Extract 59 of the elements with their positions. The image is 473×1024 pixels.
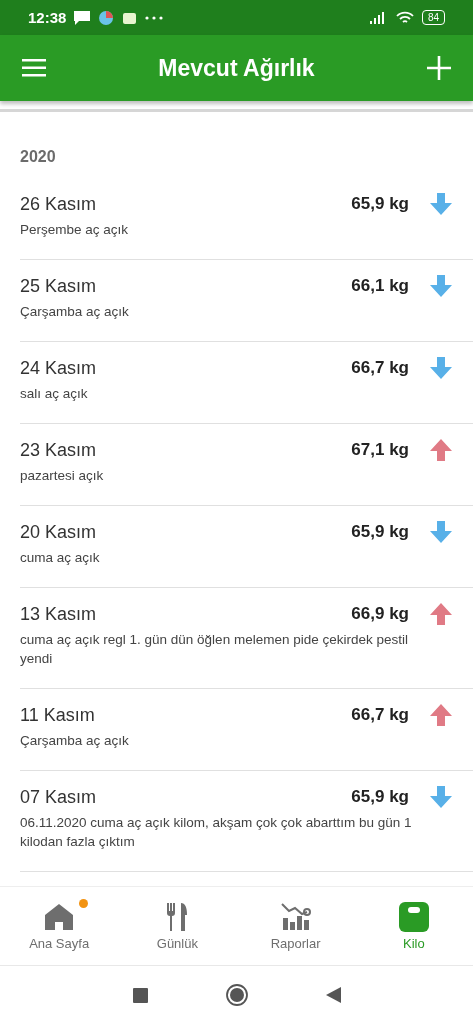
down-arrow-icon xyxy=(429,785,453,809)
entry-note: 06.11.2020 cuma aç açık kilom, akşam çok çok abarttım bu gün 1 kilodan fazla çıktım xyxy=(20,814,413,851)
up-arrow-icon xyxy=(429,438,453,462)
entry-weight: 66,7 kg xyxy=(351,358,409,378)
entry-date: 13 Kasım xyxy=(20,603,98,625)
entry-date: 23 Kasım xyxy=(20,439,98,461)
entry-date: 24 Kasım xyxy=(20,357,98,379)
entry-note: Çarşamba aç açık xyxy=(20,303,130,321)
nav-tab[interactable]: Günlük xyxy=(118,887,237,965)
entry-note: Perşembe aç açık xyxy=(20,221,130,239)
entry-date: 11 Kasım xyxy=(20,704,96,726)
entry-note: salı aç açık xyxy=(20,385,89,403)
entry-weight: 66,7 kg xyxy=(351,705,409,725)
status-time: 12:38 xyxy=(28,9,67,26)
weight-entry[interactable]: 23 Kasım 67,1 kg pazartesi açık xyxy=(20,424,473,506)
weight-entry[interactable]: 24 Kasım 66,7 kg salı aç açık xyxy=(20,342,473,424)
chart-icon xyxy=(279,901,312,932)
weight-entry[interactable]: 11 Kasım 66,7 kg Çarşamba aç açık xyxy=(20,689,473,771)
fork-knife-icon xyxy=(165,901,190,932)
up-arrow-icon xyxy=(429,703,453,727)
screen-title: Mevcut Ağırlık xyxy=(157,54,316,82)
nav-tab[interactable]: Raporlar xyxy=(236,887,355,965)
weight-entry[interactable]: 07 Kasım 65,9 kg 06.11.2020 cuma aç açık kilom, akşam çok çok abarttım bu gün 1 kilodan fazla çıktım xyxy=(20,771,473,872)
scale-icon xyxy=(398,901,429,932)
down-arrow-icon xyxy=(429,520,453,544)
entry-weight: 65,9 kg xyxy=(351,194,409,214)
nav-tab[interactable]: Ana Sayfa xyxy=(0,887,119,965)
add-button[interactable] xyxy=(425,54,453,82)
recents-button[interactable] xyxy=(132,987,148,1003)
weight-entry[interactable]: 13 Kasım 66,9 kg cuma aç açık regl 1. gün dün öğlen melemen pide çekirdek pestil yendi xyxy=(20,588,473,689)
down-arrow-icon xyxy=(429,192,453,216)
down-arrow-icon xyxy=(429,274,453,298)
entry-note: Çarşamba aç açık xyxy=(20,732,130,750)
house-icon xyxy=(44,901,75,932)
weight-entry[interactable]: 20 Kasım 65,9 kg cuma aç açık xyxy=(20,506,473,588)
entry-weight: 66,1 kg xyxy=(351,276,409,296)
more-icon xyxy=(145,15,164,20)
entry-date: 07 Kasım xyxy=(20,786,98,808)
nav-tab[interactable]: Kilo xyxy=(354,887,473,965)
down-arrow-icon xyxy=(429,356,453,380)
home-button[interactable] xyxy=(225,984,248,1006)
weight-entry[interactable]: 25 Kasım 66,1 kg Çarşamba aç açık xyxy=(20,260,473,342)
entry-weight: 65,9 kg xyxy=(351,787,409,807)
entry-date: 25 Kasım xyxy=(20,275,98,297)
wifi-icon xyxy=(395,10,414,25)
entry-note: pazartesi açık xyxy=(20,467,105,485)
entry-date: 26 Kasım xyxy=(20,193,98,215)
weight-entry[interactable]: 26 Kasım 65,9 kg Perşembe aç açık xyxy=(20,178,473,260)
entry-date: 20 Kasım xyxy=(20,521,98,543)
back-button[interactable] xyxy=(325,987,341,1003)
entry-weight: 67,1 kg xyxy=(351,440,409,460)
message-icon xyxy=(74,10,91,25)
entry-weight: 65,9 kg xyxy=(351,522,409,542)
up-arrow-icon xyxy=(429,602,453,626)
battery-level: 84 xyxy=(421,10,445,25)
entry-weight: 66,9 kg xyxy=(351,604,409,624)
year-header: 2020 xyxy=(19,147,57,167)
entry-note: cuma aç açık regl 1. gün dün öğlen melemen pide çekirdek pestil yendi xyxy=(20,631,409,668)
entry-note: cuma aç açık xyxy=(20,549,101,567)
